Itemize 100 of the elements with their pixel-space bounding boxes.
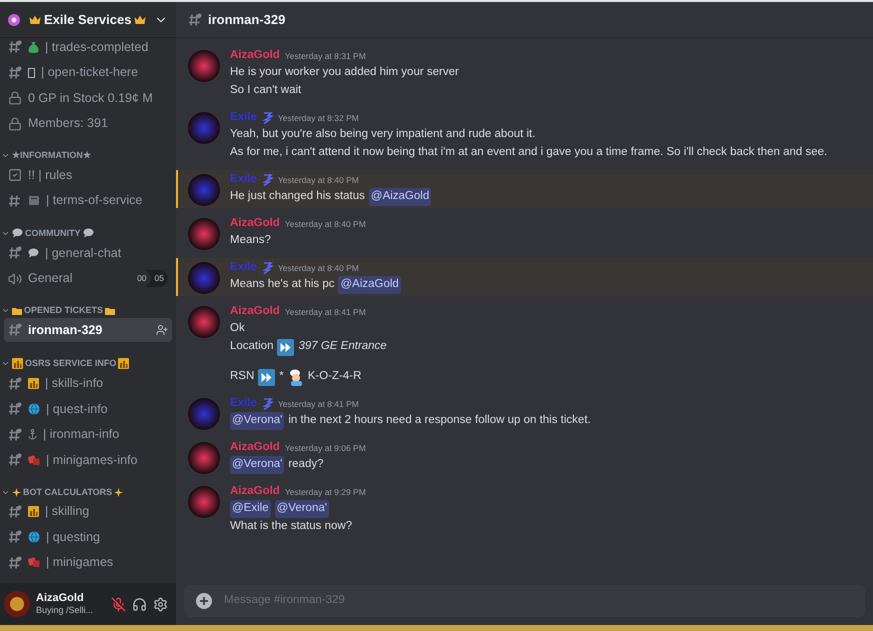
bar-chart-icon: [12, 358, 23, 368]
timestamp: Yesterday at 8:32 PM: [278, 112, 359, 124]
avatar[interactable]: [188, 486, 220, 518]
channel-item[interactable]: 0 GP in Stock 0.19¢ M: [4, 86, 172, 110]
avatar[interactable]: [188, 306, 220, 338]
scroll-icon: [28, 195, 40, 206]
hash-icon: [8, 323, 22, 337]
channel-item[interactable]: | skilling: [4, 500, 172, 524]
timestamp: Yesterday at 8:40 PM: [278, 262, 359, 274]
channel-item[interactable]: | skills-info: [4, 372, 172, 396]
speech-bubble-icon: [28, 248, 39, 258]
user-mention[interactable]: @AizaGold: [368, 188, 432, 206]
voice-count: 05: [154, 272, 165, 286]
category-title[interactable]: BOT CALCULATORS: [23, 488, 112, 496]
user-mention[interactable]: @Verona': [274, 500, 329, 518]
category-title[interactable]: ★INFORMATION★: [12, 151, 91, 160]
speaker-icon: [8, 272, 22, 286]
speech-bubble-icon: [82, 228, 94, 238]
channel-name: | general-chat: [45, 244, 122, 262]
channel-item[interactable]: !! | rules: [4, 163, 172, 187]
settings-icon[interactable]: [153, 596, 168, 612]
add-icon[interactable]: [196, 593, 212, 609]
add-member-icon[interactable]: [156, 324, 168, 336]
user-name: AizaGold: [36, 592, 85, 606]
author-name[interactable]: AizaGold: [230, 47, 280, 65]
channel-item[interactable]: | minigames: [4, 550, 172, 574]
sparkle-icon: [114, 488, 124, 496]
category-title[interactable]: OSRS SERVICE INFO: [25, 358, 116, 368]
channel-name: 0 GP in Stock 0.19¢ M: [28, 90, 153, 107]
channel-name: | ironman-info: [43, 426, 120, 444]
message-input[interactable]: Message #ironman-329: [184, 585, 865, 617]
message-field[interactable]: Message #ironman-329: [224, 592, 853, 610]
avatar[interactable]: [188, 218, 220, 250]
author-name[interactable]: AizaGold: [230, 215, 280, 233]
channel-item[interactable]: | quest-info: [4, 397, 172, 421]
folder-icon: [12, 306, 22, 314]
channel-item[interactable]: | general-chat: [4, 241, 172, 265]
author-name[interactable]: AizaGold: [230, 439, 280, 457]
message-text: Means?: [230, 233, 271, 248]
channel-item[interactable]: General 00 05: [4, 266, 172, 290]
channel-name: Members: 391: [28, 115, 108, 132]
hash-icon: [8, 453, 22, 467]
server-header[interactable]: Exile Services: [0, 2, 176, 38]
mic-muted-icon[interactable]: [111, 596, 126, 612]
message-text: ready?: [288, 457, 324, 472]
voice-count: 00: [133, 270, 151, 287]
timestamp: Yesterday at 9:06 PM: [284, 442, 366, 454]
channel-item[interactable]: | trades-completed: [4, 35, 172, 59]
hash-icon: [8, 402, 22, 416]
message-text: Ok: [230, 321, 245, 336]
fast-forward-icon: [277, 338, 294, 356]
bar-chart-icon: [28, 378, 39, 389]
channel-item[interactable]: | open-ticket-here: [4, 60, 172, 84]
collapse-chevron-icon[interactable]: [1, 151, 10, 160]
user-mention[interactable]: @Verona': [230, 412, 284, 430]
hash-icon: [8, 66, 22, 80]
box-icon: [28, 68, 35, 78]
channel-item[interactable]: ironman-329: [4, 318, 172, 342]
channel-item[interactable]: | ironman-info: [4, 422, 172, 446]
channel-name: | open-ticket-here: [41, 64, 138, 82]
category-title[interactable]: OPENED TICKETS: [24, 306, 104, 315]
user-mention[interactable]: @Verona': [230, 456, 284, 474]
message-text: 397 GE Entrance: [298, 339, 387, 354]
bar-chart-icon: [118, 358, 130, 368]
channel-name: | skilling: [45, 503, 90, 520]
channel-name: !! | rules: [28, 166, 72, 184]
lock-icon: [8, 116, 22, 130]
category-title[interactable]: COMMUNITY: [25, 228, 80, 238]
author-name[interactable]: AizaGold: [230, 303, 280, 321]
dice-icon: [28, 454, 40, 466]
avatar[interactable]: [188, 50, 220, 82]
fast-forward-icon: [258, 368, 276, 386]
author-name[interactable]: AizaGold: [230, 483, 280, 501]
channel-item[interactable]: Members: 391: [4, 112, 172, 136]
channel-name: | skills-info: [45, 375, 104, 392]
message-text: in the next 2 hours need a response follow up on this ticket.: [288, 413, 591, 428]
user-avatar[interactable]: [4, 591, 30, 617]
headphones-icon[interactable]: [132, 596, 147, 612]
channel-item[interactable]: | minigames-info: [4, 448, 172, 472]
channel-name: General: [28, 270, 72, 288]
folder-icon: [105, 306, 116, 314]
user-mention[interactable]: @Exile: [230, 500, 271, 518]
channel-name: | minigames: [46, 554, 114, 572]
channel-title: ironman-329: [208, 10, 286, 29]
avatar[interactable]: [188, 442, 220, 474]
channel-item[interactable]: | terms-of-service: [4, 188, 172, 212]
message-text: So I can't wait: [230, 83, 302, 98]
message-text: Means he's at his pc: [230, 277, 334, 292]
timestamp: Yesterday at 9:29 PM: [284, 486, 366, 498]
user-mention[interactable]: @AizaGold: [338, 276, 401, 294]
message-text: RSN: [230, 369, 254, 384]
lock-icon: [8, 91, 22, 105]
hash-icon: [188, 12, 202, 26]
hash-icon: [8, 556, 22, 570]
hash-icon: [8, 40, 22, 54]
hash-icon: [8, 428, 22, 442]
channel-name: | questing: [46, 528, 100, 546]
channel-item[interactable]: | questing: [4, 525, 172, 549]
message-text: As for me, i can't attend it now being that i'm at an event and i gave you a time frame. So i'll check back then and see.: [230, 145, 828, 160]
collapse-chevron-icon[interactable]: [1, 306, 10, 315]
